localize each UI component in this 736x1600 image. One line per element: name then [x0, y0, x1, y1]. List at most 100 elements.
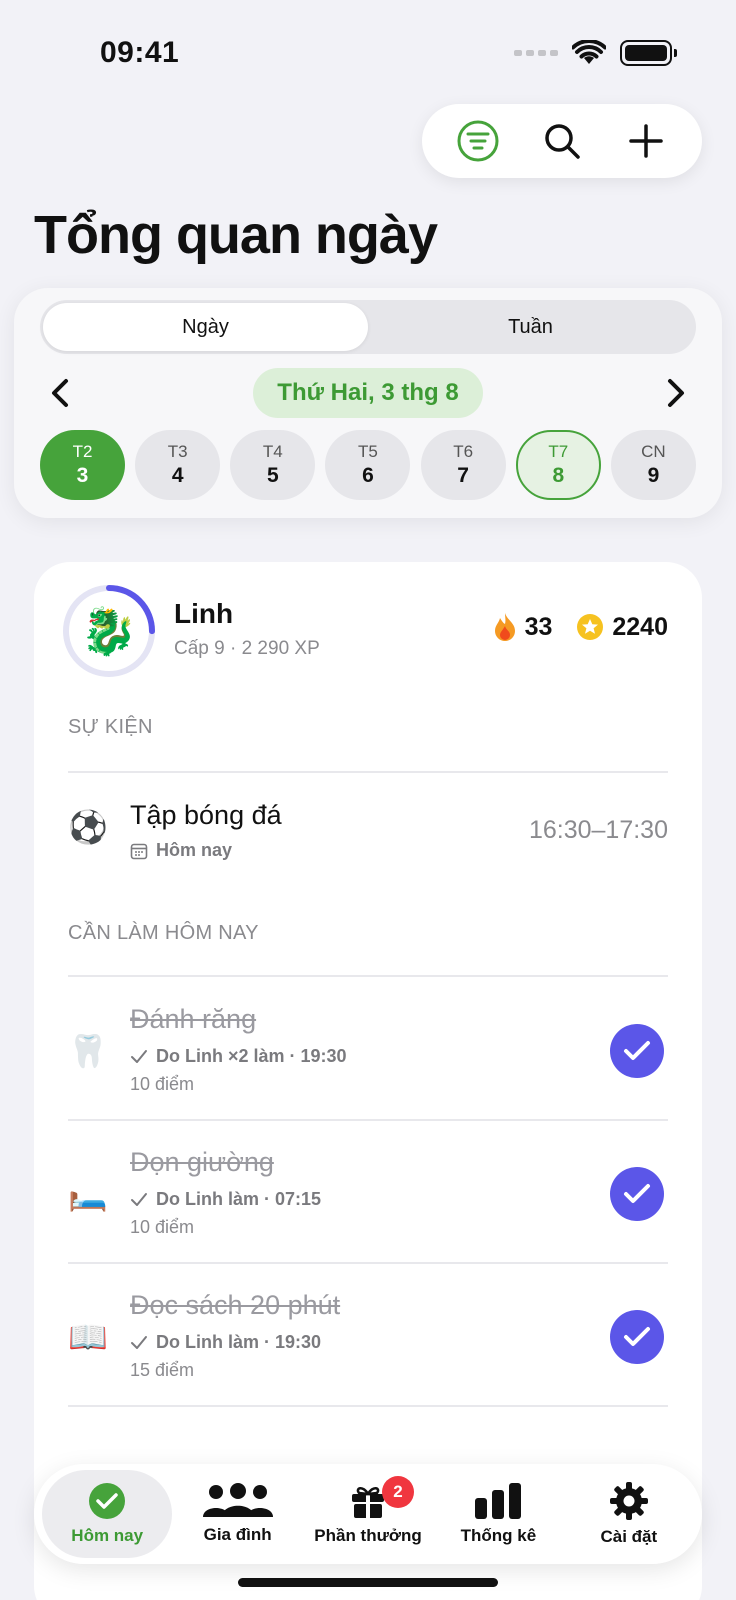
filter-button[interactable] — [452, 115, 504, 167]
checkmark-icon — [131, 1192, 147, 1206]
event-title: Tập bóng đá — [130, 800, 282, 830]
day-chip[interactable]: T5 6 — [325, 430, 411, 500]
filter-icon — [457, 120, 499, 162]
divider — [68, 1405, 668, 1407]
event-meta: Hôm nay — [130, 840, 232, 861]
tab-label: Gia đình — [203, 1525, 272, 1544]
profile-name: Linh — [174, 598, 234, 629]
tooth-icon: 🦷 — [68, 1033, 108, 1069]
day-chip[interactable]: T7 8 — [515, 430, 601, 500]
day-chip[interactable]: T3 4 — [135, 430, 221, 500]
todo-meta: Do Linh làm · 19:30 — [130, 1332, 321, 1353]
star-icon — [577, 614, 604, 640]
day-chip[interactable]: T4 5 — [230, 430, 316, 500]
todo-points: 10 điểm — [130, 1074, 195, 1094]
status-icons — [514, 40, 677, 66]
bar-chart-icon — [475, 1483, 522, 1519]
todo-points: 10 điểm — [130, 1217, 195, 1237]
checkmark-icon — [624, 1327, 650, 1346]
profile-level: Cấp 9 · 2 290 XP — [174, 638, 320, 659]
page-title: Tổng quan ngày — [34, 205, 438, 265]
day-number: 9 — [647, 464, 660, 487]
todo-completed-by: Do Linh làm · 19:30 — [156, 1332, 322, 1352]
events-section-header: SỰ KIỆN — [68, 716, 153, 738]
todo-check-button[interactable] — [610, 1167, 664, 1221]
day-number: 4 — [171, 464, 184, 487]
day-name: T4 — [262, 442, 283, 461]
divider — [68, 771, 668, 773]
day-name: T6 — [453, 442, 474, 461]
day-name: T2 — [72, 442, 93, 461]
wifi-icon — [572, 40, 606, 64]
daily-overview-card: 🐉 Linh Cấp 9 · 2 290 XP 33 2240 SỰ KIỆN … — [34, 562, 702, 1600]
search-icon — [545, 124, 580, 159]
segment-day[interactable]: Ngày — [43, 303, 368, 351]
todo-row[interactable]: 🛏️ Dọn giường Do Linh làm · 07:15 10 điể… — [68, 1137, 668, 1257]
flame-icon — [494, 613, 515, 641]
day-chip[interactable]: CN 9 — [610, 430, 696, 500]
todo-check-button[interactable] — [610, 1310, 664, 1364]
todo-title: Dọn giường — [130, 1147, 274, 1177]
chevron-left-icon — [52, 379, 68, 407]
todo-meta: Do Linh ×2 làm · 19:30 — [130, 1046, 347, 1067]
todo-check-button[interactable] — [610, 1024, 664, 1078]
family-icon — [202, 1483, 273, 1517]
add-button[interactable] — [620, 115, 672, 167]
day-chip[interactable]: T6 7 — [420, 430, 506, 500]
search-button[interactable] — [536, 115, 588, 167]
day-number: 6 — [362, 464, 374, 487]
gift-icon — [352, 1487, 385, 1518]
next-day-button[interactable] — [656, 368, 696, 418]
todo-completed-by: Do Linh làm · 07:15 — [156, 1189, 322, 1209]
day-name: CN — [641, 442, 666, 461]
cellular-signal-icon — [514, 50, 558, 56]
stars-count: 2240 — [612, 612, 668, 641]
day-chip[interactable]: T2 3 — [40, 430, 125, 500]
todo-row[interactable]: 🦷 Đánh răng Do Linh ×2 làm · 19:30 10 đi… — [68, 994, 668, 1114]
event-date: Hôm nay — [156, 840, 233, 860]
profile-stats: 33 2240 — [493, 612, 668, 642]
tab-family[interactable]: Gia đình — [172, 1470, 302, 1558]
divider — [68, 975, 668, 977]
avatar-emoji: 🐉 — [75, 597, 143, 665]
tab-today[interactable]: Hôm nay — [42, 1470, 173, 1558]
event-row[interactable]: ⚽ Tập bóng đá Hôm nay 16:30–17:30 — [68, 792, 668, 872]
divider — [68, 1262, 668, 1264]
week-day-strip: T2 3 T3 4 T4 5 T5 6 T6 7 T7 8 CN 9 — [40, 430, 696, 500]
bottom-tab-bar: Hôm nay Gia đình 2 Phần thưởng Thống kê — [34, 1464, 702, 1564]
calendar-icon — [130, 843, 148, 859]
day-name: T3 — [167, 442, 188, 461]
checkmark-icon — [624, 1184, 650, 1203]
previous-day-button[interactable] — [40, 368, 80, 418]
plus-icon — [629, 124, 663, 158]
tab-rewards[interactable]: 2 Phần thưởng — [303, 1470, 433, 1558]
checkmark-icon — [624, 1041, 650, 1060]
streak-stat: 33 — [493, 612, 553, 642]
todo-row[interactable]: 📖 Đọc sách 20 phút Do Linh làm · 19:30 1… — [68, 1280, 668, 1400]
chevron-right-icon — [668, 379, 684, 407]
bed-icon: 🛏️ — [68, 1176, 108, 1212]
view-segmented-control: Ngày Tuần — [40, 300, 696, 354]
day-number: 3 — [76, 464, 89, 487]
book-icon: 📖 — [68, 1319, 108, 1355]
segment-week[interactable]: Tuần — [368, 303, 693, 351]
streak-count: 33 — [524, 612, 553, 641]
todos-section-header: CẦN LÀM HÔM NAY — [68, 922, 259, 944]
home-indicator — [238, 1578, 498, 1587]
gear-icon — [609, 1482, 648, 1520]
current-date-label[interactable]: Thứ Hai, 3 thg 8 — [253, 368, 483, 418]
battery-icon — [620, 40, 677, 66]
profile-avatar[interactable]: 🐉 — [62, 584, 156, 678]
tab-label: Thống kê — [460, 1526, 537, 1545]
check-circle-icon — [89, 1483, 126, 1519]
todo-completed-by: Do Linh ×2 làm · 19:30 — [156, 1046, 347, 1066]
tab-stats[interactable]: Thống kê — [433, 1470, 563, 1558]
todo-meta: Do Linh làm · 07:15 — [130, 1189, 321, 1210]
todo-title: Đánh răng — [130, 1004, 257, 1034]
status-bar: 09:41 — [0, 0, 736, 100]
day-number: 8 — [552, 464, 565, 487]
stars-stat: 2240 — [576, 613, 668, 642]
tab-settings[interactable]: Cài đặt — [564, 1470, 694, 1558]
date-navigation: Thứ Hai, 3 thg 8 — [40, 368, 696, 418]
tab-label: Cài đặt — [600, 1527, 658, 1546]
